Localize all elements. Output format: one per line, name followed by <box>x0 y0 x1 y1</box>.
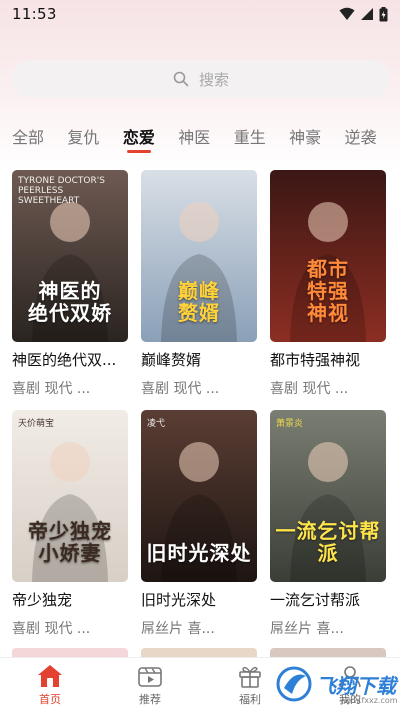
drama-card[interactable]: 都市 特强 神视都市特强神视喜剧 现代 ... <box>270 170 386 410</box>
active-tab-indicator <box>126 150 151 153</box>
tab-rebirth[interactable]: 重生 <box>234 120 289 148</box>
drama-cover-image[interactable]: 萧景炎 一流乞讨帮派 <box>270 410 386 582</box>
gift-icon <box>239 666 261 688</box>
cover-title-art: 一流乞讨帮派 <box>275 519 381 565</box>
search-placeholder: 搜索 <box>198 70 229 89</box>
tab-romance[interactable]: 恋爱 <box>122 120 178 153</box>
drama-tags: 屌丝片 喜... <box>141 621 215 637</box>
cover-subtitle: TYRONE DOCTOR'S PEERLESS SWEETHEART <box>18 176 105 206</box>
tab-label: 重生 <box>233 128 266 147</box>
nav-welfare[interactable]: 福利 <box>215 664 285 707</box>
drama-cover-image[interactable]: 巅峰 赘婿 <box>141 170 257 342</box>
drama-card[interactable]: 巅峰 赘婿巅峰赘婿喜剧 现代 ... <box>141 170 257 410</box>
tab-label: 逆袭 <box>344 128 377 147</box>
drama-title[interactable]: 一流乞讨帮派 <box>270 589 386 611</box>
home-icon <box>38 664 62 687</box>
drama-card[interactable]: TYRONE DOCTOR'S PEERLESS SWEETHEART 神医的 绝… <box>12 170 128 410</box>
drama-grid: TYRONE DOCTOR'S PEERLESS SWEETHEART 神医的 绝… <box>12 170 388 650</box>
tab-revenge[interactable]: 复仇 <box>67 120 122 148</box>
watermark-logo-icon <box>276 666 312 702</box>
drama-cover-image[interactable]: 天价萌宝帝少独宠 小娇妻 <box>12 410 128 582</box>
status-icons <box>339 6 388 22</box>
tab-miracle-doctor[interactable]: 神医 <box>178 120 233 148</box>
nav-recommend[interactable]: 推荐 <box>115 664 185 707</box>
drama-card[interactable]: 凌弋 旧时光深处 旧时光深处 屌丝片 喜... <box>141 410 257 650</box>
drama-tags: 喜剧 现代 ... <box>12 381 91 397</box>
cover-subtitle: 凌弋 <box>147 419 166 429</box>
tab-tycoon[interactable]: 神豪 <box>289 120 344 148</box>
drama-title[interactable]: 旧时光深处 <box>141 589 257 611</box>
signal-icon <box>361 8 373 20</box>
drama-title[interactable]: 神医的绝代双... <box>12 349 128 371</box>
cover-title-art: 神医的 绝代双娇 <box>28 279 112 325</box>
drama-cover-image[interactable]: 都市 特强 神视 <box>270 170 386 342</box>
drama-tags: 喜剧 现代 ... <box>141 381 220 397</box>
drama-title[interactable]: 帝少独宠 <box>12 589 128 611</box>
drama-card[interactable]: 萧景炎 一流乞讨帮派 一流乞讨帮派 屌丝片 喜... <box>270 410 386 650</box>
watermark: 飞翔下载 www.fxxz.com <box>276 660 398 708</box>
nav-label: 推荐 <box>139 692 161 706</box>
tab-all[interactable]: 全部 <box>12 120 67 148</box>
battery-icon <box>379 6 388 21</box>
cover-subtitle: 天价萌宝 <box>18 419 55 429</box>
tab-label: 神豪 <box>289 128 322 147</box>
search-icon <box>173 71 189 87</box>
cover-title-art: 旧时光深处 <box>146 541 252 565</box>
status-bar: 11:53 <box>0 0 400 28</box>
wifi-icon <box>339 7 355 20</box>
drama-tags: 屌丝片 喜... <box>270 621 344 637</box>
drama-tags: 喜剧 现代 ... <box>270 381 349 397</box>
tab-label: 神医 <box>178 128 211 147</box>
nav-label: 首页 <box>39 692 61 706</box>
tab-label: 全部 <box>12 128 45 147</box>
tab-label: 复仇 <box>67 128 100 147</box>
drama-cover-image[interactable]: TYRONE DOCTOR'S PEERLESS SWEETHEART 神医的 绝… <box>12 170 128 342</box>
drama-title[interactable]: 巅峰赘婿 <box>141 349 257 371</box>
watermark-sub: www.fxxz.com <box>340 696 398 705</box>
drama-card[interactable]: 天价萌宝帝少独宠 小娇妻帝少独宠喜剧 现代 ... <box>12 410 128 650</box>
play-icon <box>138 666 162 687</box>
drama-cover-image[interactable]: 凌弋 旧时光深处 <box>141 410 257 582</box>
drama-tags: 喜剧 现代 ... <box>12 621 91 637</box>
search-input[interactable]: 搜索 <box>12 60 390 98</box>
drama-title[interactable]: 都市特强神视 <box>270 349 386 371</box>
cover-title-art: 都市 特强 神视 <box>307 257 349 325</box>
cover-title-art: 帝少独宠 小娇妻 <box>28 519 112 565</box>
nav-label: 福利 <box>239 692 261 706</box>
cover-title-art: 巅峰 赘婿 <box>178 279 220 325</box>
watermark-text: 飞翔下载 <box>316 673 396 698</box>
tab-label: 恋爱 <box>122 128 155 147</box>
category-tabs: 全部 复仇 恋爱 神医 重生 神豪 逆袭 <box>0 120 400 160</box>
tab-comeback[interactable]: 逆袭 <box>345 120 400 148</box>
cover-subtitle: 萧景炎 <box>276 419 304 429</box>
nav-home[interactable]: 首页 <box>15 664 85 707</box>
status-time: 11:53 <box>12 5 57 23</box>
